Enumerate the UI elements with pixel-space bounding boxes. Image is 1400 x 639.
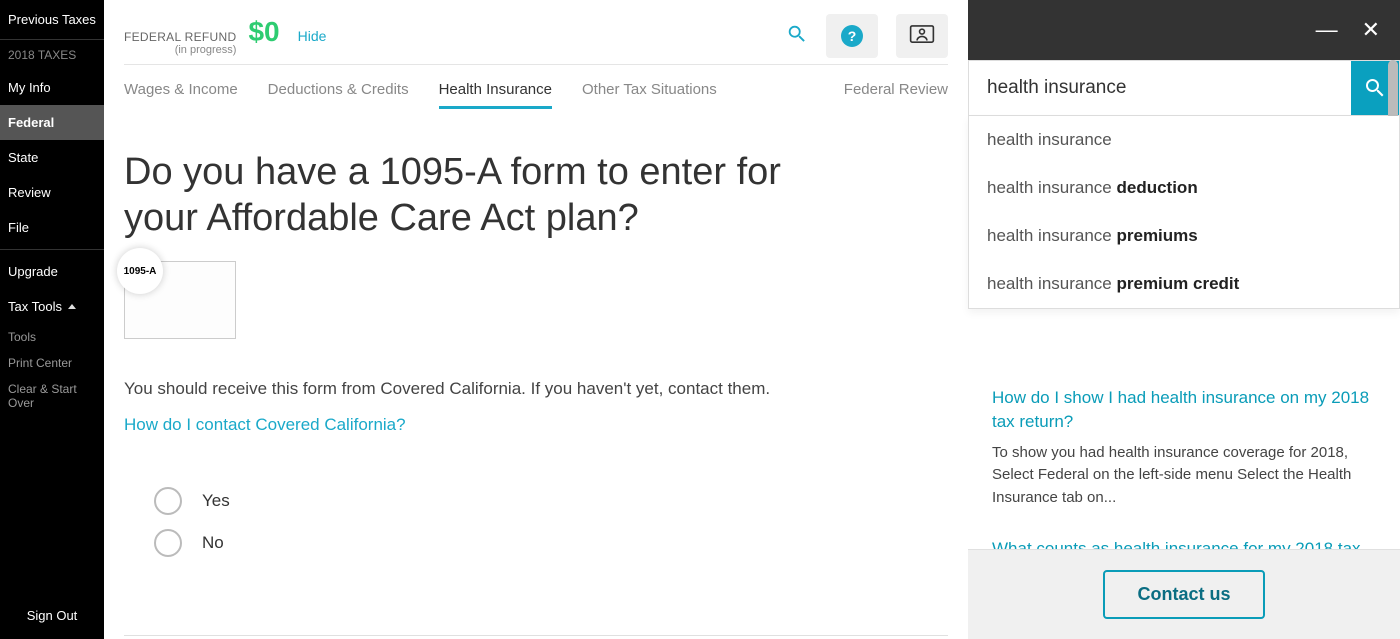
- tab-deductions-credits[interactable]: Deductions & Credits: [268, 81, 409, 109]
- result-title[interactable]: What counts as health insurance for my 2…: [992, 537, 1376, 549]
- minimize-icon[interactable]: —: [1316, 17, 1338, 43]
- search-wrap: health insurancehealth insurance deducti…: [968, 60, 1400, 116]
- search-suggestions: health insurancehealth insurance deducti…: [968, 116, 1400, 309]
- radio-icon: [154, 487, 182, 515]
- topbar: FEDERAL REFUND (in progress) $0 Hide ?: [124, 0, 948, 65]
- body-text: You should receive this form from Covere…: [124, 379, 948, 399]
- tab-federal-review[interactable]: Federal Review: [844, 81, 948, 109]
- close-icon[interactable]: ✕: [1362, 17, 1380, 43]
- search-icon: [1363, 76, 1387, 100]
- sidebar: Previous Taxes 2018 TAXES My Info Federa…: [0, 0, 104, 639]
- suggestion-item[interactable]: health insurance: [969, 116, 1399, 164]
- sidebar-my-info[interactable]: My Info: [0, 70, 104, 105]
- sidebar-print-center[interactable]: Print Center: [0, 350, 104, 376]
- sidebar-previous-taxes[interactable]: Previous Taxes: [0, 0, 104, 40]
- help-panel: — ✕ health insurancehealth insurance ded…: [968, 0, 1400, 639]
- refund-label: FEDERAL REFUND: [124, 30, 236, 44]
- main-content: FEDERAL REFUND (in progress) $0 Hide ? W…: [104, 0, 968, 639]
- hide-link[interactable]: Hide: [298, 28, 327, 44]
- radio-no[interactable]: No: [154, 529, 948, 557]
- suggestion-item[interactable]: health insurance premium credit: [969, 260, 1399, 308]
- help-icon: ?: [841, 25, 863, 47]
- sidebar-upgrade[interactable]: Upgrade: [0, 254, 104, 289]
- radio-icon: [154, 529, 182, 557]
- page-heading: Do you have a 1095-A form to enter for y…: [124, 150, 864, 241]
- radio-label: Yes: [202, 491, 230, 511]
- expert-button[interactable]: [896, 14, 948, 58]
- radio-group: Yes No: [154, 473, 948, 571]
- contact-bar: Contact us: [968, 549, 1400, 639]
- form-1095a-image: 1095-A: [124, 261, 236, 339]
- sign-out-button[interactable]: Sign Out: [0, 592, 104, 639]
- magnifier-icon: 1095-A: [117, 248, 163, 294]
- tab-other-situations[interactable]: Other Tax Situations: [582, 81, 717, 109]
- person-icon: [909, 24, 935, 49]
- divider: [124, 635, 948, 636]
- suggestion-item[interactable]: health insurance premiums: [969, 212, 1399, 260]
- tab-health-insurance[interactable]: Health Insurance: [439, 81, 552, 109]
- help-button[interactable]: ?: [826, 14, 878, 58]
- sidebar-tools[interactable]: Tools: [0, 324, 104, 350]
- search-icon[interactable]: [786, 23, 808, 50]
- chevron-up-icon: [68, 304, 76, 309]
- result-item: What counts as health insurance for my 2…: [992, 537, 1376, 549]
- search-input[interactable]: [969, 61, 1351, 115]
- refund-sublabel: (in progress): [124, 44, 236, 56]
- radio-label: No: [202, 533, 224, 553]
- contact-covered-ca-link[interactable]: How do I contact Covered California?: [124, 415, 948, 435]
- radio-yes[interactable]: Yes: [154, 487, 948, 515]
- tabs: Wages & Income Deductions & Credits Heal…: [124, 65, 948, 120]
- sidebar-clear-start-over[interactable]: Clear & Start Over: [0, 376, 104, 416]
- contact-us-button[interactable]: Contact us: [1103, 570, 1264, 619]
- result-item: How do I show I had health insurance on …: [992, 386, 1376, 509]
- refund-block: FEDERAL REFUND (in progress) $0 Hide: [124, 16, 326, 56]
- search-box: [968, 60, 1400, 116]
- suggestion-item[interactable]: health insurance deduction: [969, 164, 1399, 212]
- sidebar-state[interactable]: State: [0, 140, 104, 175]
- sidebar-review[interactable]: Review: [0, 175, 104, 210]
- refund-amount: $0: [248, 16, 279, 48]
- result-title[interactable]: How do I show I had health insurance on …: [992, 386, 1376, 434]
- tab-wages-income[interactable]: Wages & Income: [124, 81, 238, 109]
- panel-header: — ✕: [968, 0, 1400, 60]
- sidebar-tax-tools[interactable]: Tax Tools: [0, 289, 104, 324]
- sidebar-federal[interactable]: Federal: [0, 105, 104, 140]
- sidebar-year-label: 2018 TAXES: [0, 40, 104, 70]
- sidebar-file[interactable]: File: [0, 210, 104, 245]
- sidebar-item-label: Tax Tools: [8, 299, 62, 314]
- result-snippet: To show you had health insurance coverag…: [992, 442, 1376, 510]
